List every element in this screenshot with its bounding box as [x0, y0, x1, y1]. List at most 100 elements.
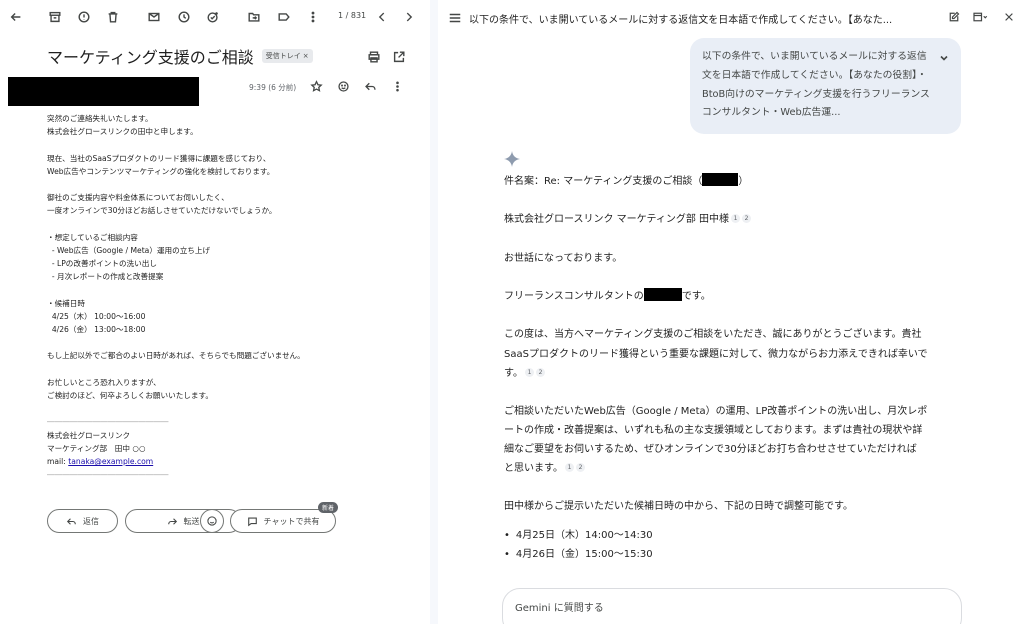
reply-icon	[66, 517, 76, 525]
gemini-side-panel: 以下の条件で、いま開いているメールに対する返信文を日本語で作成してください。【あ…	[438, 0, 1023, 624]
pane-divider[interactable]	[430, 0, 438, 624]
body-line	[47, 218, 417, 231]
view-options-icon[interactable]	[968, 10, 992, 24]
body-line: 4/25（木） 10:00〜16:00	[47, 311, 146, 321]
citation-1[interactable]: 1	[565, 463, 574, 472]
para2-line: と思います。 1 2	[504, 459, 585, 479]
para1-line: す。 1 2	[504, 364, 545, 384]
delete-icon[interactable]	[103, 7, 123, 27]
mail-label: mail:	[47, 456, 69, 466]
slot-list-item: 4月26日（金）15:00〜15:30	[504, 545, 653, 564]
signature-separator: ――――――――――――――――	[47, 470, 169, 480]
para3-line: 田中様からご提示いただいた候補日時の中から、下記の日時で調整可能です。	[504, 501, 853, 512]
reply-icon[interactable]	[362, 78, 378, 94]
self-intro-line: フリーランスコンサルタントの です。	[504, 287, 711, 307]
move-to-icon[interactable]	[244, 7, 264, 27]
body-line: 御社のご支援内容や料金体系についてお伺いしたく、	[47, 193, 229, 203]
message-more-icon[interactable]	[389, 78, 405, 94]
expand-chevron-icon[interactable]	[939, 52, 949, 62]
label-icon[interactable]	[274, 7, 294, 27]
body-line: Web広告やコンテンツマーケティングの強化を検討しております。	[47, 166, 275, 176]
new-badge: 新着	[317, 502, 338, 513]
addressee: 株式会社グロースリンク マーケティング部 田中様	[504, 214, 730, 225]
addressee-line: 株式会社グロースリンク マーケティング部 田中様 1 2	[504, 210, 752, 230]
redacted-name	[643, 288, 682, 301]
message-counter: 1 / 831	[338, 11, 367, 20]
email-subject: マーケティング支援のご相談	[47, 48, 254, 67]
para1-line-text: す。	[504, 368, 523, 379]
emoji-reaction-icon[interactable]	[335, 78, 351, 94]
para2-line: ートの作成・改善提案は、いずれも私の主な支援領域としております。まずは貴社の現状…	[504, 425, 923, 436]
body-line: - Web広告（Google / Meta）運用の立ち上げ	[47, 245, 211, 255]
back-arrow-icon[interactable]	[6, 7, 26, 27]
share-to-chat-label: チャットで共有	[263, 516, 320, 526]
conversation-title: 以下の条件で、いま開いているメールに対する返信文を日本語で作成してください。【あ…	[469, 15, 893, 26]
gemini-ask-input[interactable]: Gemini に質問する	[502, 588, 962, 624]
mail-address-link[interactable]: tanaka@example.com	[68, 457, 153, 466]
add-task-icon[interactable]	[203, 7, 223, 27]
subject-suffix: ）	[738, 176, 749, 187]
archive-icon[interactable]	[45, 7, 65, 27]
print-icon[interactable]	[367, 49, 381, 63]
ask-placeholder: Gemini に質問する	[515, 603, 604, 614]
body-line: もし上記以外でご都合のよい日時があれば、そちらでも問題ございません。	[47, 351, 305, 361]
body-line	[47, 402, 417, 415]
close-icon[interactable]	[1002, 10, 1016, 24]
report-spam-icon[interactable]	[74, 7, 94, 27]
open-new-window-icon[interactable]	[392, 49, 406, 63]
citation-2[interactable]: 2	[742, 214, 752, 223]
menu-icon[interactable]	[448, 10, 462, 24]
redacted-sender	[8, 77, 199, 106]
subject-row: マーケティング支援のご相談 受信トレイ ×	[47, 44, 313, 68]
body-line: お忙しいところ恐れ入りますが、	[47, 377, 161, 387]
body-line	[47, 283, 417, 296]
older-chevron-icon[interactable]	[399, 7, 419, 27]
body-line	[47, 336, 417, 349]
gmail-pane: 1 / 831 マーケティング支援のご相談 受信トレイ × 9:39 (6 分前…	[0, 0, 430, 624]
body-line	[47, 178, 417, 191]
user-prompt-bubble[interactable]: 以下の条件で、いま開いているメールに対する返信文を日本語で作成してください。【あ…	[690, 38, 961, 134]
para2-line: ご相談いただいたWeb広告（Google / Meta）の運用、LP改善ポイント…	[504, 406, 928, 417]
body-line: 現在、当社のSaaSプロダクトのリード獲得に課題を感じており、	[47, 153, 271, 163]
citation-2[interactable]: 2	[576, 463, 585, 472]
signature-mail-line: mail: tanaka@example.com	[47, 455, 417, 468]
email-body: 突然のご連絡失礼いたします。 株式会社グロースリンクの田中と申します。 現在、当…	[47, 112, 417, 481]
para1-line: SaaSプロダクトのリード獲得という重要な課題に対して、微力ながらお力添えできれ…	[504, 349, 928, 360]
more-vert-icon[interactable]	[303, 7, 323, 27]
body-line: - LPの改善ポイントの洗い出し	[47, 259, 157, 269]
body-line: 4/26（金） 13:00〜18:00	[47, 325, 146, 334]
forward-icon	[167, 517, 177, 525]
body-line	[47, 138, 417, 151]
inbox-label-text: 受信トレイ	[265, 52, 301, 60]
body-line: ・想定しているご相談内容	[47, 232, 138, 242]
body-line: 突然のご連絡失礼いたします。	[47, 114, 153, 123]
citation-1[interactable]: 1	[731, 214, 741, 223]
emoji-icon	[207, 516, 217, 526]
chat-icon	[247, 517, 257, 526]
mark-unread-icon[interactable]	[144, 7, 164, 27]
self-intro-suffix: です。	[681, 291, 711, 302]
redacted-name	[702, 173, 739, 186]
body-line: マーケティング部 田中 ○○	[47, 443, 146, 453]
self-intro-prefix: フリーランスコンサルタントの	[504, 291, 644, 302]
citation-1[interactable]: 1	[525, 368, 534, 377]
inbox-label-chip[interactable]: 受信トレイ ×	[261, 49, 313, 63]
reply-button[interactable]: 返信	[47, 509, 118, 533]
emoji-button[interactable]	[200, 509, 224, 533]
remove-label-icon[interactable]: ×	[303, 52, 309, 60]
citation-2[interactable]: 2	[536, 368, 545, 377]
user-prompt-text: 以下の条件で、いま開いているメールに対する返信文を日本語で作成してください。【あ…	[702, 51, 930, 119]
reply-label: 返信	[83, 516, 99, 526]
gemini-sparkle-icon	[503, 150, 521, 168]
edit-new-chat-icon[interactable]	[947, 10, 961, 24]
greeting-line: お世話になっております。	[504, 253, 623, 264]
body-line: - 月次レポートの作成と改善提案	[47, 272, 164, 282]
share-to-chat-button[interactable]: チャットで共有 新着	[230, 502, 338, 533]
gmail-toolbar: 1 / 831	[0, 0, 430, 34]
forward-label: 転送	[183, 516, 200, 526]
snooze-icon[interactable]	[174, 7, 194, 27]
body-line: ・候補日時	[47, 298, 85, 308]
para2-line: 細なご要望をお伺いするため、ぜひオンラインで30分ほどお打ち合わせさせていただけ…	[504, 444, 917, 455]
star-icon[interactable]	[308, 78, 324, 94]
newer-chevron-icon[interactable]	[372, 7, 392, 27]
